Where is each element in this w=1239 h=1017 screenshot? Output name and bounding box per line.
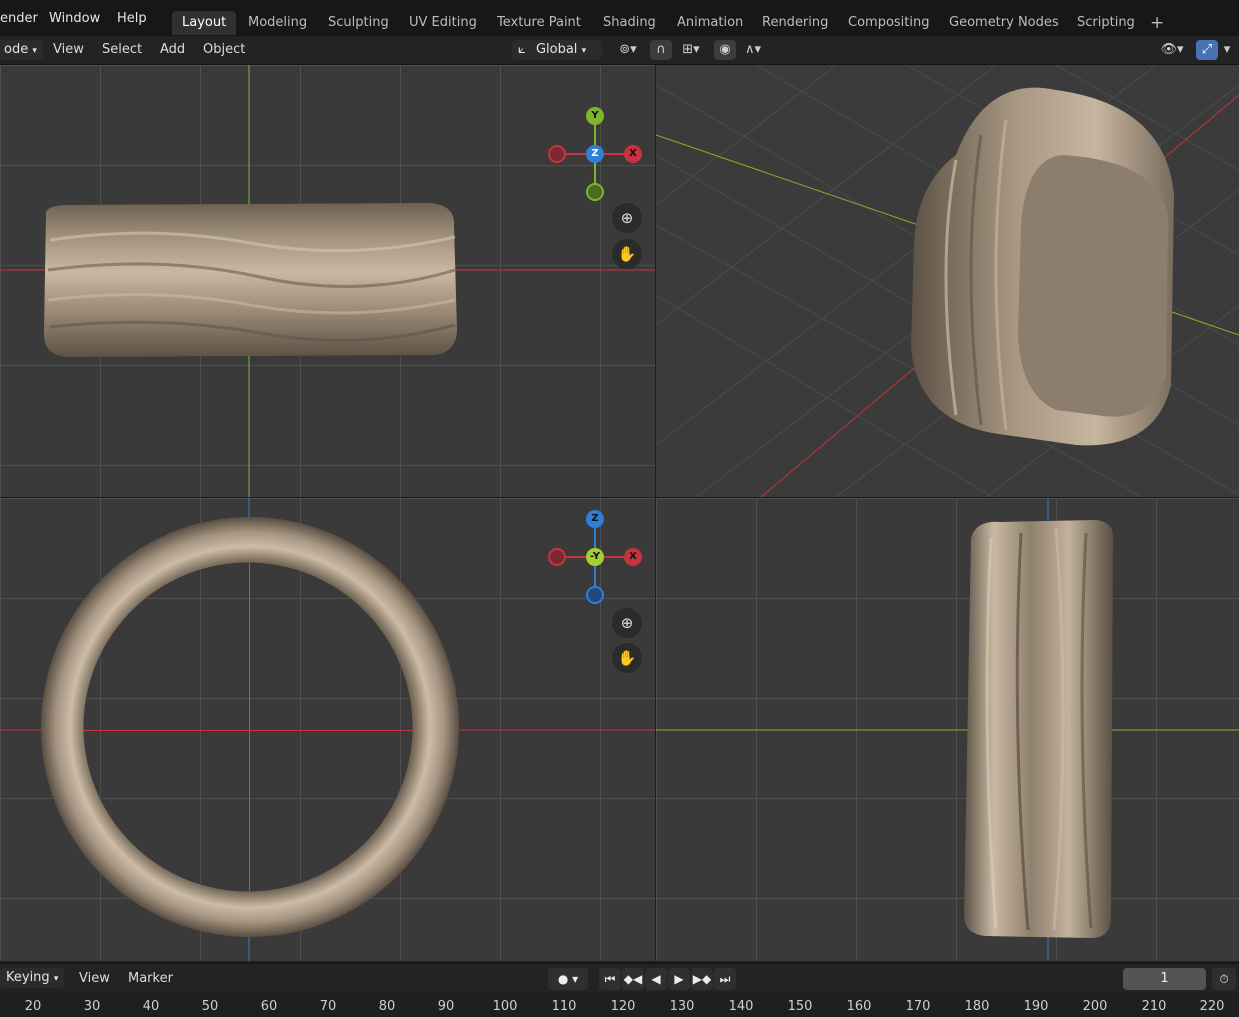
ring-hole xyxy=(84,563,412,891)
add-workspace-button[interactable]: + xyxy=(1140,11,1174,35)
gizmo-x-axis[interactable]: X xyxy=(624,548,642,566)
tab-sculpting[interactable]: Sculpting xyxy=(318,11,399,35)
ruler-tick: 110 xyxy=(551,999,577,1014)
zoom-icon[interactable]: ⊕ xyxy=(612,608,642,638)
current-frame-field[interactable]: 1 xyxy=(1123,968,1206,990)
select-menu[interactable]: Select xyxy=(96,40,148,60)
keying-dropdown[interactable]: Keying ▾ xyxy=(0,968,65,988)
ruler-tick: 170 xyxy=(905,999,931,1014)
ruler-tick: 20 xyxy=(24,999,42,1014)
timeline-view-menu[interactable]: View xyxy=(73,969,116,989)
gizmo-neg-z-axis[interactable] xyxy=(586,586,604,604)
timeline-marker-menu[interactable]: Marker xyxy=(122,969,179,989)
tab-modeling[interactable]: Modeling xyxy=(238,11,317,35)
tab-compositing[interactable]: Compositing xyxy=(838,11,940,35)
top-menu-bar: ender Window Help Layout Modeling Sculpt… xyxy=(0,0,1239,36)
menu-help[interactable]: Help xyxy=(117,11,147,26)
stopwatch-icon[interactable]: ⏱ xyxy=(1212,968,1236,990)
keying-label: Keying xyxy=(6,970,50,985)
ruler-tick: 80 xyxy=(378,999,396,1014)
ruler-tick: 190 xyxy=(1023,999,1049,1014)
gizmo-z-axis[interactable]: Z xyxy=(586,145,604,163)
ruler-tick: 120 xyxy=(610,999,636,1014)
tab-geometry-nodes[interactable]: Geometry Nodes xyxy=(939,11,1069,35)
tab-texture-paint[interactable]: Texture Paint xyxy=(487,11,591,35)
ruler-tick: 100 xyxy=(492,999,518,1014)
ruler-tick: 40 xyxy=(142,999,160,1014)
ruler-tick: 210 xyxy=(1141,999,1167,1014)
play-icon[interactable]: ▶ xyxy=(668,968,690,990)
tab-animation[interactable]: Animation xyxy=(667,11,753,35)
chevron-down-icon[interactable]: ▾ xyxy=(1218,40,1236,60)
chevron-down-icon: ▾ xyxy=(581,46,587,56)
tab-layout[interactable]: Layout xyxy=(172,11,237,35)
pan-hand-icon[interactable]: ✋ xyxy=(612,643,642,673)
tab-scripting[interactable]: Scripting xyxy=(1067,11,1145,35)
gizmo-toggle-icon[interactable]: ⤢ xyxy=(1196,40,1218,60)
jump-to-keyframe-next-icon[interactable]: ▶◆ xyxy=(691,968,713,990)
viewport-side-canvas xyxy=(656,498,1239,961)
ruler-tick: 30 xyxy=(83,999,101,1014)
viewport-header: ode ▾ View Select Add Object ⟀ Global ▾ … xyxy=(0,36,1239,65)
snap-target-icon[interactable]: ⊞▾ xyxy=(674,40,708,60)
menu-window[interactable]: Window xyxy=(49,11,100,26)
viewport-perspective-canvas xyxy=(656,65,1239,497)
chevron-down-icon: ▾ xyxy=(53,974,59,984)
ruler-tick: 70 xyxy=(319,999,337,1014)
snap-toggle-icon[interactable]: ∩ xyxy=(650,40,672,60)
proportional-falloff-icon[interactable]: ∧▾ xyxy=(738,40,768,60)
transform-orientation-label: Global xyxy=(535,42,578,57)
gizmo-neg-y-axis[interactable] xyxy=(586,183,604,201)
navigation-gizmo-front[interactable]: Z -Y X xyxy=(548,510,644,606)
mode-dropdown[interactable]: ode ▾ xyxy=(0,40,43,60)
gizmo-x-axis[interactable]: X xyxy=(624,145,642,163)
transform-orientation-icon: ⟀ xyxy=(518,42,526,57)
add-menu[interactable]: Add xyxy=(154,40,191,60)
viewport-top-left[interactable]: Y Z X ⊕ ✋ xyxy=(0,65,655,497)
ring-side-profile xyxy=(43,203,457,357)
timeline-header: Keying ▾ View Marker ● ▾ ⏮ ◆◀ ◀ ▶ ▶◆ ⏭ 1… xyxy=(0,963,1239,994)
viewport-bottom-right[interactable] xyxy=(656,498,1239,961)
ruler-tick: 220 xyxy=(1199,999,1225,1014)
viewport-top-right[interactable] xyxy=(656,65,1239,497)
tab-uv-editing[interactable]: UV Editing xyxy=(399,11,487,35)
visibility-eye-icon[interactable]: 👁▾ xyxy=(1155,40,1189,60)
auto-keying-icon[interactable]: ● ▾ xyxy=(548,968,588,990)
ruler-tick: 50 xyxy=(201,999,219,1014)
gizmo-neg-x-axis[interactable] xyxy=(548,145,566,163)
menu-render[interactable]: ender xyxy=(0,11,38,26)
view-menu[interactable]: View xyxy=(47,40,90,60)
ruler-tick: 160 xyxy=(846,999,872,1014)
gizmo-neg-y-axis[interactable]: -Y xyxy=(586,548,604,566)
chevron-down-icon: ▾ xyxy=(32,46,37,56)
ruler-tick: 90 xyxy=(437,999,455,1014)
mode-label: ode xyxy=(4,42,29,57)
viewport-bottom-left[interactable]: Z -Y X ⊕ ✋ xyxy=(0,498,655,961)
pan-hand-icon[interactable]: ✋ xyxy=(612,239,642,269)
ruler-tick: 150 xyxy=(787,999,813,1014)
navigation-gizmo-top[interactable]: Y Z X xyxy=(548,107,644,203)
jump-to-end-icon[interactable]: ⏭ xyxy=(714,968,736,990)
proportional-editing-icon[interactable]: ◉ xyxy=(714,40,736,60)
ruler-tick: 140 xyxy=(728,999,754,1014)
play-reverse-icon[interactable]: ◀ xyxy=(645,968,667,990)
ring-inner-surface xyxy=(1018,155,1168,417)
jump-to-start-icon[interactable]: ⏮ xyxy=(599,968,621,990)
gizmo-z-axis[interactable]: Z xyxy=(586,510,604,528)
zoom-icon[interactable]: ⊕ xyxy=(612,203,642,233)
ruler-tick: 200 xyxy=(1082,999,1108,1014)
tab-shading[interactable]: Shading xyxy=(593,11,666,35)
ruler-tick: 60 xyxy=(260,999,278,1014)
timeline-ruler[interactable]: 20 30 40 50 60 70 80 90 100 110 120 130 … xyxy=(0,993,1239,1017)
jump-to-keyframe-prev-icon[interactable]: ◆◀ xyxy=(622,968,644,990)
ruler-tick: 180 xyxy=(964,999,990,1014)
gizmo-y-axis[interactable]: Y xyxy=(586,107,604,125)
gizmo-neg-x-axis[interactable] xyxy=(548,548,566,566)
pivot-point-icon[interactable]: ⊚▾ xyxy=(612,40,644,60)
object-menu[interactable]: Object xyxy=(197,40,251,60)
transform-orientation-dropdown[interactable]: ⟀ Global ▾ xyxy=(512,40,602,60)
ruler-tick: 130 xyxy=(669,999,695,1014)
tab-rendering[interactable]: Rendering xyxy=(752,11,838,35)
